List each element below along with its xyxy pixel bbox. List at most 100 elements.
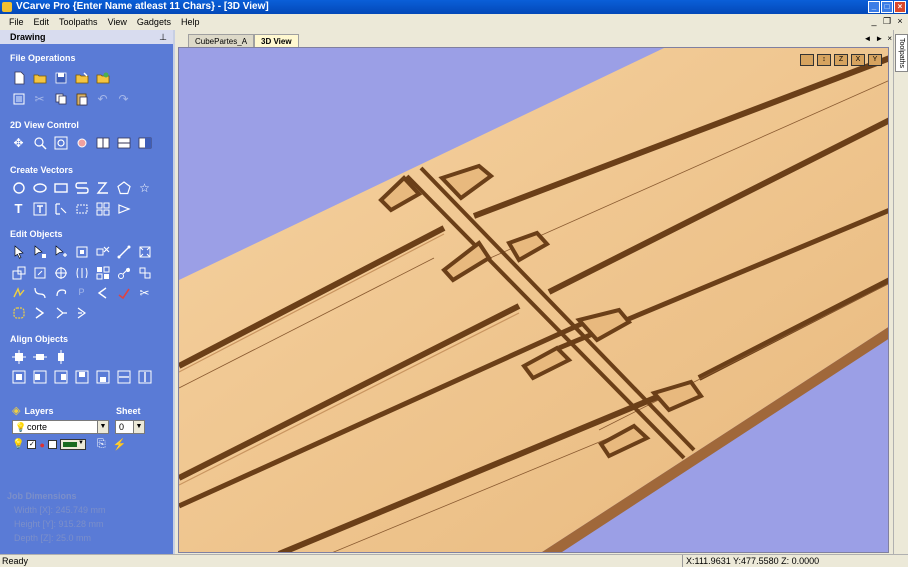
- layer-color-picker[interactable]: ▼: [59, 439, 86, 450]
- align-bottom-icon[interactable]: [94, 368, 111, 385]
- layer-lock-icon[interactable]: ●: [39, 440, 44, 450]
- align-objects-center-icon[interactable]: [10, 368, 27, 385]
- chevron-down-icon[interactable]: ▼: [133, 421, 144, 433]
- align-v-center-icon[interactable]: [52, 348, 69, 365]
- layer-color-checkbox[interactable]: [47, 440, 57, 449]
- mdi-close-button[interactable]: ×: [895, 16, 905, 26]
- layer-options-icon[interactable]: ⚡: [113, 438, 127, 451]
- align-right-icon[interactable]: [52, 368, 69, 385]
- cut-icon[interactable]: ✂: [31, 90, 48, 107]
- curve-fit-icon[interactable]: [94, 284, 111, 301]
- close-vector-icon[interactable]: [31, 304, 48, 321]
- smart-snap-icon[interactable]: [10, 284, 27, 301]
- pan-icon[interactable]: ✥: [10, 134, 27, 151]
- save-file-icon[interactable]: [52, 69, 69, 86]
- import-icon[interactable]: [94, 69, 111, 86]
- scale-icon[interactable]: [10, 264, 27, 281]
- align-top-icon[interactable]: [73, 368, 90, 385]
- mirror-icon[interactable]: [52, 264, 69, 281]
- view-3d-icon[interactable]: [136, 134, 153, 151]
- mdi-restore-button[interactable]: ❐: [882, 16, 892, 26]
- menu-view[interactable]: View: [103, 17, 132, 27]
- zoom-extents-icon[interactable]: [73, 134, 90, 151]
- polygon-icon[interactable]: [115, 179, 132, 196]
- join-vectors-icon[interactable]: [136, 264, 153, 281]
- autolayout-text-icon[interactable]: [52, 200, 69, 217]
- text-icon[interactable]: T: [10, 200, 27, 217]
- save-as-icon[interactable]: [73, 69, 90, 86]
- fillet-icon[interactable]: [52, 284, 69, 301]
- menu-help[interactable]: Help: [176, 17, 205, 27]
- layer-checkbox[interactable]: ✓: [27, 440, 37, 449]
- tab-next-icon[interactable]: ►: [875, 34, 883, 43]
- view-y-icon[interactable]: Y: [868, 54, 882, 66]
- rectangle-icon[interactable]: [52, 179, 69, 196]
- view-zoom-icon[interactable]: ↕: [817, 54, 831, 66]
- nest-icon[interactable]: [94, 264, 111, 281]
- 3d-viewport[interactable]: ↕ Z X Y: [178, 47, 889, 553]
- select-icon[interactable]: [10, 243, 27, 260]
- view-z-icon[interactable]: Z: [834, 54, 848, 66]
- tab-prev-icon[interactable]: ◄: [863, 34, 871, 43]
- view-layout-icon[interactable]: [115, 134, 132, 151]
- menu-gadgets[interactable]: Gadgets: [132, 17, 176, 27]
- measure-icon[interactable]: [115, 243, 132, 260]
- align-h-center-icon[interactable]: [31, 348, 48, 365]
- zoom-icon[interactable]: [31, 134, 48, 151]
- chevron-down-icon[interactable]: ▼: [97, 421, 108, 433]
- tab-cubepartes[interactable]: CubePartes_A: [188, 34, 255, 47]
- zoom-box-icon[interactable]: [52, 134, 69, 151]
- array-icon[interactable]: [94, 200, 111, 217]
- paste-icon[interactable]: [73, 90, 90, 107]
- align-h-icon[interactable]: [115, 368, 132, 385]
- transform-icon[interactable]: [52, 243, 69, 260]
- split-view-icon[interactable]: [94, 134, 111, 151]
- polyline-icon[interactable]: [73, 179, 90, 196]
- sheet-select[interactable]: 0 ▼: [115, 420, 145, 434]
- offset-icon[interactable]: [10, 304, 27, 321]
- maximize-button[interactable]: □: [881, 1, 893, 13]
- close-button[interactable]: ×: [894, 1, 906, 13]
- view-iso-icon[interactable]: [800, 54, 814, 66]
- tab-close-icon[interactable]: ×: [887, 34, 892, 43]
- align-center-icon[interactable]: [10, 348, 27, 365]
- mdi-minimize-button[interactable]: _: [869, 16, 879, 26]
- node-icon[interactable]: [115, 284, 132, 301]
- toolpaths-tab[interactable]: Toolpaths: [895, 34, 908, 72]
- extend-icon[interactable]: [52, 304, 69, 321]
- dimension-icon[interactable]: [73, 200, 90, 217]
- layer-visible-icon[interactable]: 💡: [12, 439, 24, 450]
- menu-toolpaths[interactable]: Toolpaths: [54, 17, 103, 27]
- copy-icon[interactable]: [52, 90, 69, 107]
- undo-icon[interactable]: ↶: [94, 90, 111, 107]
- text-on-curve-icon[interactable]: [31, 200, 48, 217]
- menu-edit[interactable]: Edit: [29, 17, 55, 27]
- node-edit-icon[interactable]: [31, 243, 48, 260]
- draw-tool-icon[interactable]: [115, 200, 132, 217]
- delete-objects-icon[interactable]: [94, 243, 111, 260]
- minimize-button[interactable]: _: [868, 1, 880, 13]
- circle-icon[interactable]: [10, 179, 27, 196]
- curve-icon[interactable]: [94, 179, 111, 196]
- weld-icon[interactable]: [115, 264, 132, 281]
- set-size-icon[interactable]: [73, 243, 90, 260]
- scissors-icon[interactable]: ✂: [136, 284, 153, 301]
- pin-icon[interactable]: ⊥: [159, 30, 167, 44]
- open-file-icon[interactable]: [31, 69, 48, 86]
- job-setup-icon[interactable]: [10, 90, 27, 107]
- star-icon[interactable]: ☆: [136, 179, 153, 196]
- menu-file[interactable]: File: [4, 17, 29, 27]
- layer-select[interactable]: 💡 corte ▼: [12, 420, 109, 434]
- align-v-icon[interactable]: [136, 368, 153, 385]
- rotate-icon[interactable]: [31, 264, 48, 281]
- distort-icon[interactable]: [73, 264, 90, 281]
- ellipse-icon[interactable]: [31, 179, 48, 196]
- tab-3d-view[interactable]: 3D View: [254, 34, 299, 47]
- layer-manager-icon[interactable]: ⎘: [97, 438, 106, 451]
- interpolate-icon[interactable]: P: [73, 284, 90, 301]
- redo-icon[interactable]: ↷: [115, 90, 132, 107]
- fit-vectors-icon[interactable]: [136, 243, 153, 260]
- new-file-icon[interactable]: [10, 69, 27, 86]
- view-x-icon[interactable]: X: [851, 54, 865, 66]
- trim-icon[interactable]: [31, 284, 48, 301]
